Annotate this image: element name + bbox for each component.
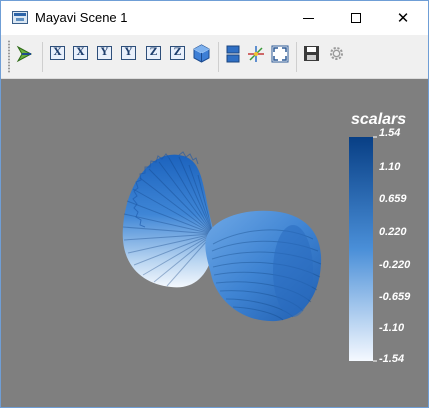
view-y-positive-button[interactable]: Y — [97, 46, 112, 60]
scene-settings-button[interactable] — [328, 45, 345, 62]
toggle-axes-indicator-button[interactable] — [247, 45, 265, 63]
y-axis-icon: Y — [124, 47, 133, 58]
colorbar-label: -1.54 — [379, 353, 405, 365]
z-axis-icon: Z — [149, 47, 158, 58]
toggle-parallel-projection-button[interactable] — [226, 45, 240, 63]
maximize-icon — [351, 13, 361, 23]
pipeline-icon — [16, 45, 33, 63]
surface-right-lobe — [205, 210, 322, 322]
mayavi-window-icon — [12, 11, 28, 24]
colorbar-label: -1.10 — [379, 322, 405, 334]
colorbar-label: -0.220 — [379, 259, 411, 271]
title-bar[interactable]: Mayavi Scene 1 ✕ — [1, 1, 428, 35]
minimize-icon — [302, 17, 314, 19]
fullscreen-button[interactable] — [271, 45, 289, 63]
axes-indicator-icon — [248, 46, 264, 62]
toolbar-separator — [218, 42, 219, 72]
toolbar-grip[interactable] — [8, 40, 10, 73]
fullscreen-icon — [271, 45, 289, 63]
isometric-view-button[interactable] — [192, 44, 211, 63]
surface-left-lobe — [122, 151, 216, 288]
view-z-positive-button[interactable]: Z — [146, 46, 161, 60]
colorbar-label: 1.10 — [379, 161, 401, 173]
scene-toolbar: X X Y Y Z Z — [1, 35, 428, 79]
view-y-negative-button[interactable]: Y — [121, 46, 136, 60]
colorbar-gradient — [349, 137, 373, 361]
mayavi-pipeline-button[interactable] — [16, 45, 34, 63]
colorbar-label: -0.659 — [379, 291, 411, 303]
view-z-negative-button[interactable]: Z — [170, 46, 185, 60]
close-button[interactable]: ✕ — [379, 1, 427, 35]
toolbar-separator — [42, 42, 43, 72]
close-icon: ✕ — [396, 9, 410, 27]
render-view[interactable]: scalars 1.54 1.10 0.659 0.220 -0.220 -0.… — [1, 79, 428, 407]
view-x-negative-button[interactable]: X — [73, 46, 88, 60]
floppy-disk-icon — [304, 46, 319, 61]
x-axis-icon: X — [76, 47, 85, 58]
colorbar-label: 1.54 — [379, 127, 401, 139]
y-axis-icon: Y — [100, 47, 109, 58]
window-title: Mayavi Scene 1 — [35, 10, 128, 25]
colorbar-label: 0.220 — [379, 226, 407, 238]
mayavi-window: Mayavi Scene 1 ✕ X X Y Y Z Z scalars 1.5… — [0, 0, 429, 408]
view-x-positive-button[interactable]: X — [50, 46, 65, 60]
minimize-button[interactable] — [284, 1, 332, 35]
save-snapshot-button[interactable] — [303, 45, 320, 62]
maximize-button[interactable] — [332, 1, 380, 35]
x-axis-icon: X — [53, 47, 62, 58]
gear-icon — [330, 47, 343, 60]
colorbar-label: 0.659 — [379, 193, 407, 205]
z-axis-icon: Z — [173, 47, 182, 58]
cube-icon — [193, 44, 210, 63]
parallel-projection-icon — [226, 45, 240, 63]
toolbar-separator — [296, 42, 297, 72]
